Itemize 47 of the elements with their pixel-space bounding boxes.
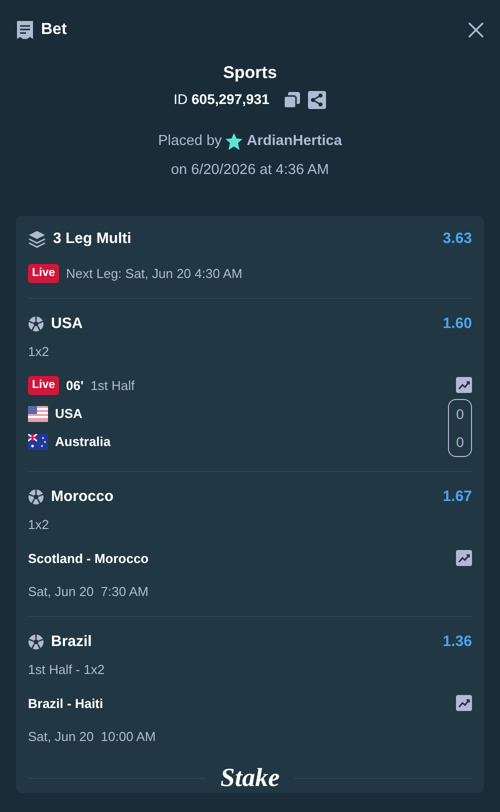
soccer-ball-icon: [28, 634, 44, 650]
market-name: 1x2: [28, 516, 50, 534]
team-name: Australia: [55, 432, 111, 451]
selection-name: USA: [51, 314, 83, 334]
match-time: 10:00 AM: [100, 728, 156, 746]
next-leg-text: Next Leg: Sat, Jun 20 4:30 AM: [66, 265, 242, 283]
match-name[interactable]: Brazil - Haiti: [28, 694, 104, 713]
team-score: 0: [455, 404, 465, 424]
placed-by-label: Placed by: [158, 132, 222, 151]
odds-value: 1.67: [442, 486, 472, 506]
market-name: 1x2: [28, 343, 50, 361]
odds-value: 3.63: [442, 228, 472, 248]
live-badge: Live: [28, 376, 60, 395]
team-score: 0: [455, 432, 465, 452]
selection-name: Brazil: [51, 632, 92, 652]
multi-title: 3 Leg Multi: [53, 228, 132, 248]
team-name: USA: [55, 404, 82, 423]
flag-icon: [28, 434, 48, 450]
bet-type-title: Sports: [223, 62, 277, 84]
bet-id: ID 605,297,931: [174, 90, 270, 109]
match-date: Sat, Jun 20: [28, 728, 94, 746]
receipt-icon: [16, 20, 34, 40]
match-minute: 06': [66, 376, 84, 394]
flag-icon: [28, 406, 48, 422]
brand-logo: Stake: [220, 764, 280, 793]
copy-icon[interactable]: [283, 90, 302, 108]
market-name: 1st Half - 1x2: [28, 661, 106, 679]
odds-value: 1.60: [442, 314, 472, 334]
soccer-ball-icon: [28, 488, 44, 505]
match-period: 1st Half: [90, 376, 135, 394]
match-name[interactable]: Scotland - Morocco: [28, 548, 149, 568]
match-time: 7:30 AM: [100, 583, 148, 601]
vip-star-icon: [225, 132, 244, 151]
stats-icon[interactable]: [456, 695, 472, 712]
share-icon[interactable]: [308, 90, 326, 108]
panel-title: Bet: [41, 20, 67, 40]
layers-icon: [28, 230, 46, 248]
username[interactable]: ArdianHertica: [246, 131, 342, 153]
soccer-ball-icon: [28, 316, 44, 332]
live-badge: Live: [28, 264, 60, 284]
stats-icon[interactable]: [456, 377, 472, 394]
odds-value: 1.36: [442, 632, 472, 652]
placed-date: on 6/20/2026 at 4:36 AM: [170, 160, 329, 180]
close-button[interactable]: [468, 22, 484, 38]
match-date: Sat, Jun 20: [28, 583, 94, 601]
selection-name: Morocco: [51, 486, 114, 506]
stats-icon[interactable]: [456, 550, 472, 566]
